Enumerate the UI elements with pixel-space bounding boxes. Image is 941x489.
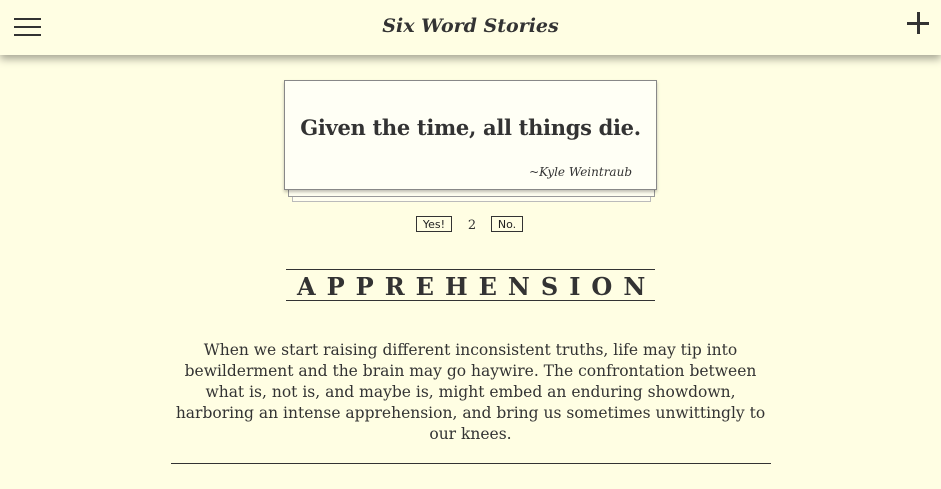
story-author: ~Kyle Weintraub (529, 165, 632, 179)
plus-icon[interactable] (907, 12, 929, 34)
card-stack-middle (288, 190, 655, 197)
word-heading: APPREHENSION (286, 269, 655, 301)
word-paragraph: When we start raising different inconsis… (175, 341, 766, 443)
story-card: Given the time, all things die. ~Kyle We… (284, 80, 657, 190)
no-button[interactable]: No. (491, 216, 523, 232)
vote-count: 2 (467, 218, 477, 233)
divider (171, 463, 771, 464)
yes-button[interactable]: Yes! (416, 216, 452, 232)
app-title: Six Word Stories (382, 15, 559, 37)
vote-row: Yes! 2 No. (0, 216, 941, 236)
top-bar: Six Word Stories (0, 0, 941, 55)
story-text: Given the time, all things die. (300, 115, 641, 140)
